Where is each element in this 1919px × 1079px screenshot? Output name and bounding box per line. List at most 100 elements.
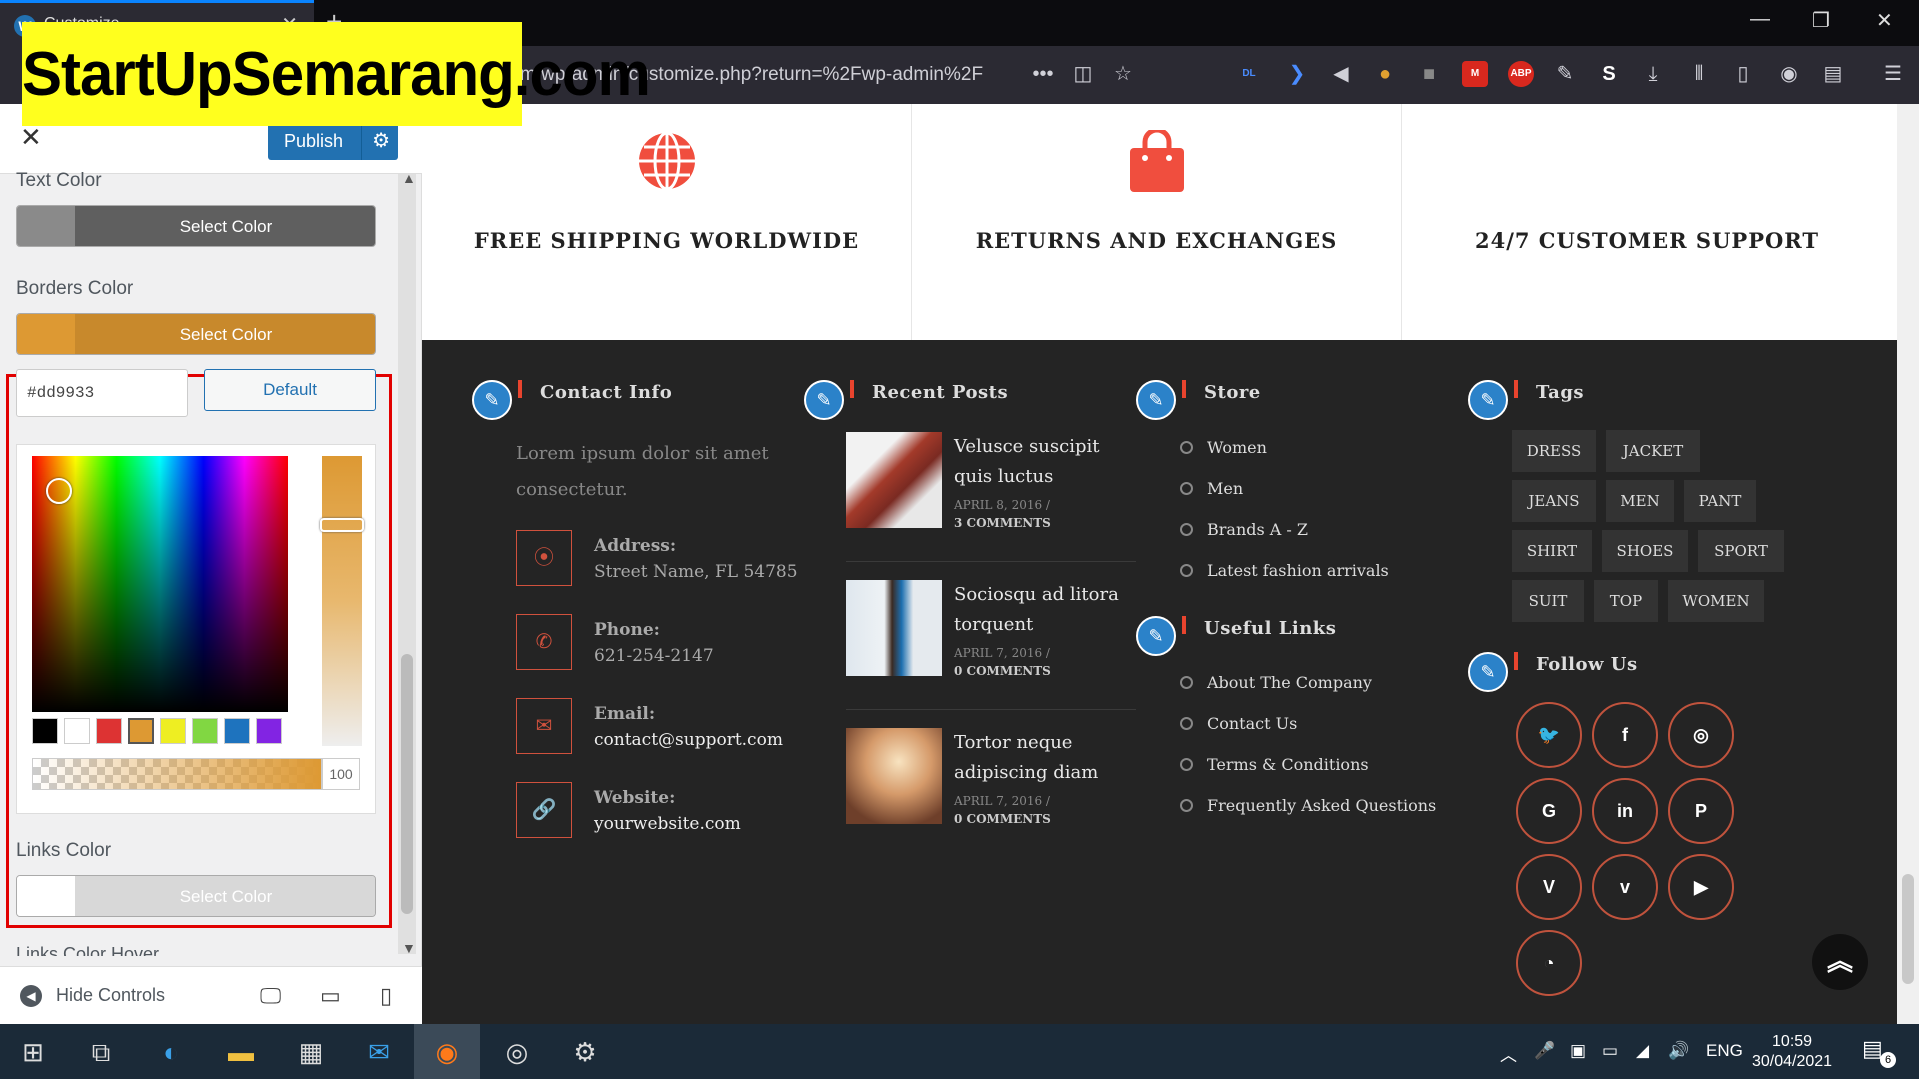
edit-pencil-icon[interactable]: ✎ xyxy=(1136,380,1176,420)
tag-jeans[interactable]: JEANS xyxy=(1512,480,1596,522)
dl-icon[interactable]: DL xyxy=(1236,61,1262,87)
useful-link[interactable]: Frequently Asked Questions xyxy=(1180,796,1436,815)
store-link[interactable]: Latest fashion arrivals xyxy=(1180,561,1389,580)
monkey-icon[interactable]: ● xyxy=(1372,61,1398,87)
close-window-button[interactable]: ✕ xyxy=(1876,8,1893,33)
hex-color-input[interactable] xyxy=(16,369,188,417)
palette-swatch-yellow[interactable] xyxy=(160,718,186,744)
palette-swatch-red[interactable] xyxy=(96,718,122,744)
settings-gear-icon[interactable]: ⚙ xyxy=(566,1034,604,1070)
bookmark-star-icon[interactable]: ☆ xyxy=(1110,61,1136,87)
edit-pencil-icon[interactable]: ✎ xyxy=(472,380,512,420)
palette-swatch-green[interactable] xyxy=(192,718,218,744)
wifi-icon[interactable]: ◢ xyxy=(1636,1041,1649,1061)
pocket-icon[interactable]: ◫ xyxy=(1070,61,1096,87)
panel-scrollbar[interactable] xyxy=(398,174,416,954)
edit-pencil-icon[interactable]: ✎ xyxy=(1468,652,1508,692)
download-icon[interactable]: ⤓ xyxy=(1640,61,1666,87)
alpha-value[interactable]: 100 xyxy=(322,758,360,790)
linkedin-icon[interactable]: in xyxy=(1592,778,1658,844)
tag-top[interactable]: TOP xyxy=(1594,580,1658,622)
post-title[interactable]: Veluscе suscipit quis luctus xyxy=(954,432,1134,492)
clock[interactable]: 10:59 30/04/2021 xyxy=(1752,1032,1832,1072)
microphone-icon[interactable]: 🎤 xyxy=(1534,1041,1555,1061)
volume-icon[interactable]: 🔊 xyxy=(1668,1041,1689,1061)
google-icon[interactable]: G xyxy=(1516,778,1582,844)
instagram-icon[interactable]: ◎ xyxy=(1668,702,1734,768)
tag-men[interactable]: MEN xyxy=(1606,480,1674,522)
store-link[interactable]: Men xyxy=(1180,479,1243,498)
account-icon[interactable]: ◉ xyxy=(1776,61,1802,87)
tray-overflow-icon[interactable]: ︿ xyxy=(1500,1041,1517,1066)
mail-icon[interactable]: ✉ xyxy=(360,1034,398,1070)
desktop-preview-icon[interactable]: 🖵 xyxy=(260,983,281,1009)
language-indicator[interactable]: ENG xyxy=(1706,1041,1743,1061)
device-icon[interactable]: ▣ xyxy=(1570,1041,1586,1061)
restore-button[interactable]: ❐ xyxy=(1812,8,1830,33)
firefox-icon[interactable]: ◉ xyxy=(428,1034,466,1070)
sidebar-icon[interactable]: ▯ xyxy=(1730,61,1756,87)
palette-swatch-white[interactable] xyxy=(64,718,90,744)
gear-icon[interactable]: ⚙ xyxy=(361,122,390,160)
edit-pencil-icon[interactable]: ✎ xyxy=(1468,380,1508,420)
pen-icon[interactable]: ✎ xyxy=(1552,61,1578,87)
post-comments[interactable]: 3 COMMENTS xyxy=(954,516,1051,530)
post-item[interactable]: Veluscе suscipit quis luctus APRIL 8, 20… xyxy=(846,432,1136,562)
useful-link[interactable]: Terms & Conditions xyxy=(1180,755,1369,774)
borders-color-button[interactable]: Select Color xyxy=(16,313,376,355)
preview-scrollbar-thumb[interactable] xyxy=(1902,874,1914,984)
post-item[interactable]: Sociosqu ad litora torquent APRIL 7, 201… xyxy=(846,580,1136,710)
task-view-icon[interactable]: ⧉ xyxy=(82,1034,120,1070)
mobile-preview-icon[interactable]: ▯ xyxy=(380,983,392,1009)
tag-shoes[interactable]: SHOES xyxy=(1602,530,1688,572)
useful-link[interactable]: About The Company xyxy=(1180,673,1372,692)
file-explorer-icon[interactable]: ▬ xyxy=(222,1034,260,1070)
saturation-field[interactable] xyxy=(32,456,288,712)
palette-swatch-orange[interactable] xyxy=(128,718,154,744)
minimize-button[interactable]: — xyxy=(1750,8,1770,31)
pinterest-icon[interactable]: P xyxy=(1668,778,1734,844)
contact-email-link[interactable]: contact@support.com xyxy=(594,730,783,750)
panel-scrollbar-thumb[interactable] xyxy=(401,654,413,914)
post-comments[interactable]: 0 COMMENTS xyxy=(954,812,1051,826)
palette-swatch-black[interactable] xyxy=(32,718,58,744)
edit-pencil-icon[interactable]: ✎ xyxy=(1136,616,1176,656)
tag-jacket[interactable]: JACKET xyxy=(1606,430,1700,472)
arrow-icon[interactable]: ❯ xyxy=(1284,61,1310,87)
library-icon[interactable]: ⦀ xyxy=(1686,61,1712,87)
mega-icon[interactable]: M xyxy=(1462,61,1488,87)
store-link[interactable]: Women xyxy=(1180,438,1267,457)
store-link[interactable]: Brands A - Z xyxy=(1180,520,1308,539)
close-customizer-icon[interactable]: ✕ xyxy=(20,122,42,153)
tag-sport[interactable]: SPORT xyxy=(1698,530,1784,572)
tag-pant[interactable]: PANT xyxy=(1684,480,1756,522)
alpha-slider[interactable] xyxy=(32,758,322,790)
text-color-button[interactable]: Select Color xyxy=(16,205,376,247)
contact-website-link[interactable]: yourwebsite.com xyxy=(594,814,741,834)
useful-link[interactable]: Contact Us xyxy=(1180,714,1297,733)
extension-icon[interactable]: ■ xyxy=(1416,61,1442,87)
saturation-knob[interactable] xyxy=(46,478,72,504)
post-thumbnail[interactable] xyxy=(846,728,942,824)
page-actions-icon[interactable]: ••• xyxy=(1030,61,1056,87)
tag-women[interactable]: WOMEN xyxy=(1668,580,1764,622)
post-thumbnail[interactable] xyxy=(846,432,942,528)
reader-icon[interactable]: ▤ xyxy=(1820,61,1846,87)
post-title[interactable]: Sociosqu ad litora torquent xyxy=(954,580,1134,640)
vine-icon[interactable]: v xyxy=(1592,854,1658,920)
abp-icon[interactable]: ABP xyxy=(1508,61,1534,87)
post-item[interactable]: Tortor neque adipiscing diam APRIL 7, 20… xyxy=(846,728,1136,858)
post-comments[interactable]: 0 COMMENTS xyxy=(954,664,1051,678)
youtube-icon[interactable]: ▶ xyxy=(1668,854,1734,920)
twitter-icon[interactable]: 🐦 xyxy=(1516,702,1582,768)
post-thumbnail[interactable] xyxy=(846,580,942,676)
post-title[interactable]: Tortor neque adipiscing diam xyxy=(954,728,1134,788)
preview-scrollbar[interactable] xyxy=(1897,104,1919,1024)
store-icon[interactable]: ▦ xyxy=(292,1034,330,1070)
start-windows-icon[interactable]: ⊞ xyxy=(14,1034,52,1070)
tag-shirt[interactable]: SHIRT xyxy=(1512,530,1592,572)
edit-pencil-icon[interactable]: ✎ xyxy=(804,380,844,420)
hue-slider[interactable] xyxy=(320,456,364,746)
scroll-to-top-button[interactable]: ︽ xyxy=(1812,934,1868,990)
battery-icon[interactable]: ▭ xyxy=(1602,1041,1618,1061)
